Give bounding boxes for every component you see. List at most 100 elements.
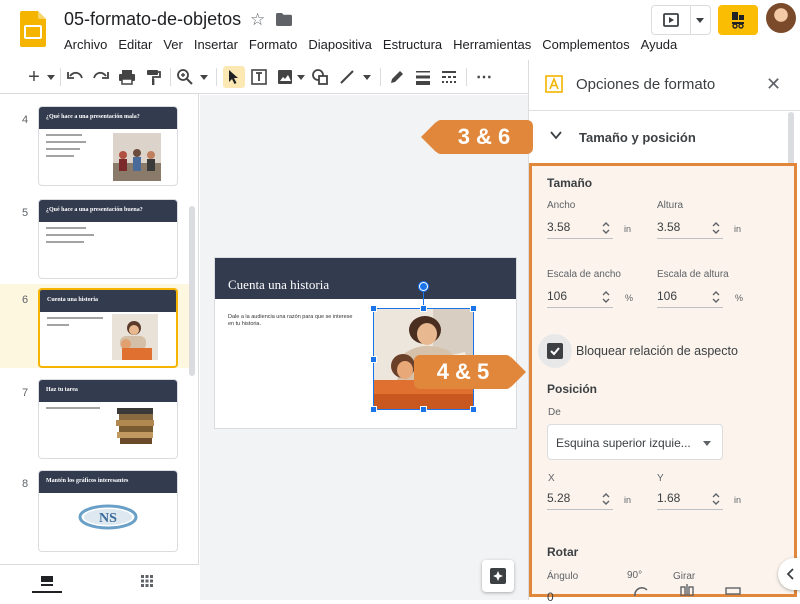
y-label: Y [657, 473, 664, 484]
resize-handle-w[interactable] [370, 356, 377, 363]
select-tool-icon[interactable] [223, 66, 245, 88]
image-icon[interactable] [276, 66, 294, 88]
scale-width-unit: % [625, 293, 634, 303]
shape-icon[interactable] [311, 66, 329, 88]
slide-thumbnail[interactable]: Mantén los gráficos interesantes NS [38, 470, 178, 552]
menu-insertar[interactable]: Insertar [194, 37, 238, 52]
slide-thumbnail[interactable]: Haz tu tarea [38, 379, 178, 459]
border-dash-icon[interactable] [440, 66, 458, 88]
x-input[interactable]: 5.28 [547, 488, 613, 510]
image-dropdown-icon[interactable] [296, 66, 306, 88]
line-icon[interactable] [338, 66, 356, 88]
width-label: Ancho [547, 200, 576, 211]
y-unit: in [734, 495, 742, 505]
scale-height-unit: % [735, 293, 744, 303]
resize-handle-nw[interactable] [370, 305, 377, 312]
flip-vertical-icon[interactable] [724, 586, 742, 596]
zoom-icon[interactable] [176, 66, 194, 88]
rotate-90-icon[interactable] [632, 584, 650, 596]
document-title[interactable]: 05-formato-de-objetos [64, 9, 241, 30]
explore-icon [490, 568, 506, 584]
position-from-select[interactable]: Esquina superior izquie... [547, 424, 723, 460]
explore-button[interactable] [482, 560, 514, 592]
menu-estructura[interactable]: Estructura [383, 37, 442, 52]
filmstrip-slide[interactable]: 5 ¿Qué hace a una presentación buena? [0, 197, 190, 281]
slide-number: 7 [22, 387, 29, 399]
width-input[interactable]: 3.58 [547, 217, 613, 239]
meet-button[interactable] [718, 5, 758, 35]
angle-input[interactable]: 0 [547, 590, 554, 604]
spinner-icon[interactable] [601, 289, 611, 305]
menu-diapositiva[interactable]: Diapositiva [308, 37, 372, 52]
text-box-icon[interactable] [250, 66, 268, 88]
rotate-handle[interactable] [419, 282, 428, 291]
border-weight-icon[interactable] [414, 66, 432, 88]
scale-width-input[interactable]: 106 [547, 286, 613, 308]
border-color-icon[interactable] [388, 66, 406, 88]
resize-handle-ne[interactable] [470, 305, 477, 312]
dropdown-arrow-icon [703, 441, 711, 446]
thumbnail-image: NS [78, 504, 138, 530]
line-dropdown-icon[interactable] [362, 66, 372, 88]
spinner-icon[interactable] [711, 220, 721, 236]
resize-handle-se[interactable] [470, 406, 477, 413]
spinner-icon[interactable] [711, 289, 721, 305]
lock-aspect-label[interactable]: Bloquear relación de aspecto [576, 344, 738, 358]
spinner-icon[interactable] [601, 491, 611, 507]
position-heading: Posición [547, 382, 598, 396]
panel-title: Opciones de formato [576, 76, 716, 93]
x-label: X [548, 473, 555, 484]
redo-icon[interactable] [92, 66, 110, 88]
slide-thumbnail[interactable]: ¿Qué hace a una presentación mala? [38, 106, 178, 186]
menu-complementos[interactable]: Complementos [542, 37, 629, 52]
spinner-icon[interactable] [711, 491, 721, 507]
flip-horizontal-icon[interactable] [679, 584, 695, 596]
grid-view-icon[interactable] [141, 575, 153, 587]
slide-title[interactable]: Cuenta una historia [228, 277, 329, 293]
spinner-icon[interactable] [601, 220, 611, 236]
menu-ver[interactable]: Ver [163, 37, 183, 52]
more-options-icon[interactable]: ⋯ [474, 66, 494, 88]
chevron-down-icon[interactable] [549, 128, 563, 142]
height-input[interactable]: 3.58 [657, 217, 723, 239]
filmstrip-scrollbar[interactable] [189, 206, 195, 376]
zoom-dropdown-icon[interactable] [199, 66, 209, 88]
thumbnail-image [112, 314, 158, 360]
scale-height-input[interactable]: 106 [657, 286, 723, 308]
list-view-tab[interactable] [32, 571, 62, 593]
menu-bar: Archivo Editar Ver Insertar Formato Diap… [64, 37, 688, 52]
resize-handle-n[interactable] [420, 305, 427, 312]
section-header-size-position[interactable]: Tamaño y posición [579, 130, 696, 145]
user-avatar[interactable] [766, 3, 796, 33]
slide-body-text[interactable]: Dale a la audiencia una razón para que s… [228, 314, 358, 328]
close-icon[interactable]: ✕ [766, 74, 781, 95]
filmstrip-slide[interactable]: 8 Mantén los gráficos interesantes NS [0, 468, 190, 552]
resize-handle-s[interactable] [420, 406, 427, 413]
slide-number: 5 [22, 207, 29, 219]
star-icon[interactable]: ☆ [250, 11, 265, 28]
y-input[interactable]: 1.68 [657, 488, 723, 510]
filmstrip-slide-selected[interactable]: 6 Cuenta una historia [0, 284, 190, 368]
menu-formato[interactable]: Formato [249, 37, 297, 52]
list-view-icon [41, 576, 53, 586]
filmstrip-slide[interactable]: 4 ¿Qué hace a una presentación mala? [0, 104, 190, 188]
new-slide-dropdown-icon[interactable] [46, 66, 56, 88]
present-dropdown-icon[interactable] [696, 18, 704, 23]
resize-handle-sw[interactable] [370, 406, 377, 413]
menu-herramientas[interactable]: Herramientas [453, 37, 531, 52]
slide-thumbnail[interactable]: ¿Qué hace a una presentación buena? [38, 199, 178, 279]
folder-icon[interactable] [276, 13, 292, 26]
present-button[interactable] [651, 5, 711, 35]
new-slide-icon[interactable]: + [26, 66, 42, 88]
lock-aspect-checkbox[interactable] [547, 343, 563, 359]
slide-thumbnail[interactable]: Cuenta una historia [38, 288, 178, 368]
paint-format-icon[interactable] [144, 66, 162, 88]
undo-icon[interactable] [66, 66, 84, 88]
thumbnail-image [113, 133, 161, 181]
menu-ayuda[interactable]: Ayuda [641, 37, 678, 52]
menu-editar[interactable]: Editar [118, 37, 152, 52]
slides-logo-icon[interactable] [20, 11, 46, 47]
print-icon[interactable] [118, 66, 136, 88]
filmstrip-slide[interactable]: 7 Haz tu tarea [0, 377, 190, 461]
menu-archivo[interactable]: Archivo [64, 37, 107, 52]
